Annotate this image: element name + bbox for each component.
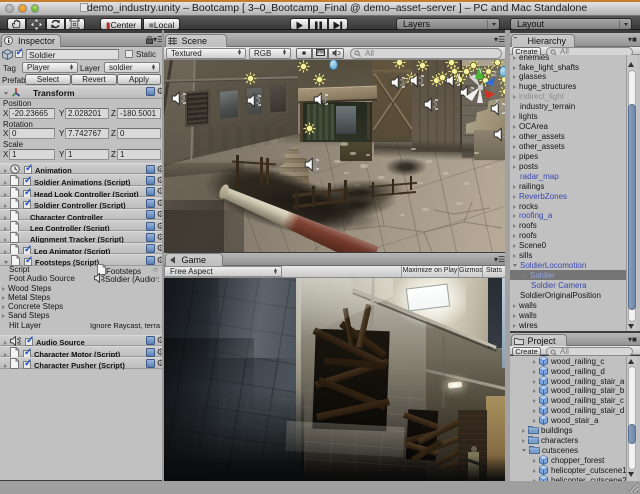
svg-text:Z: Z xyxy=(493,72,497,78)
svg-text:Y: Y xyxy=(478,68,483,75)
svg-text:X: X xyxy=(495,100,499,106)
